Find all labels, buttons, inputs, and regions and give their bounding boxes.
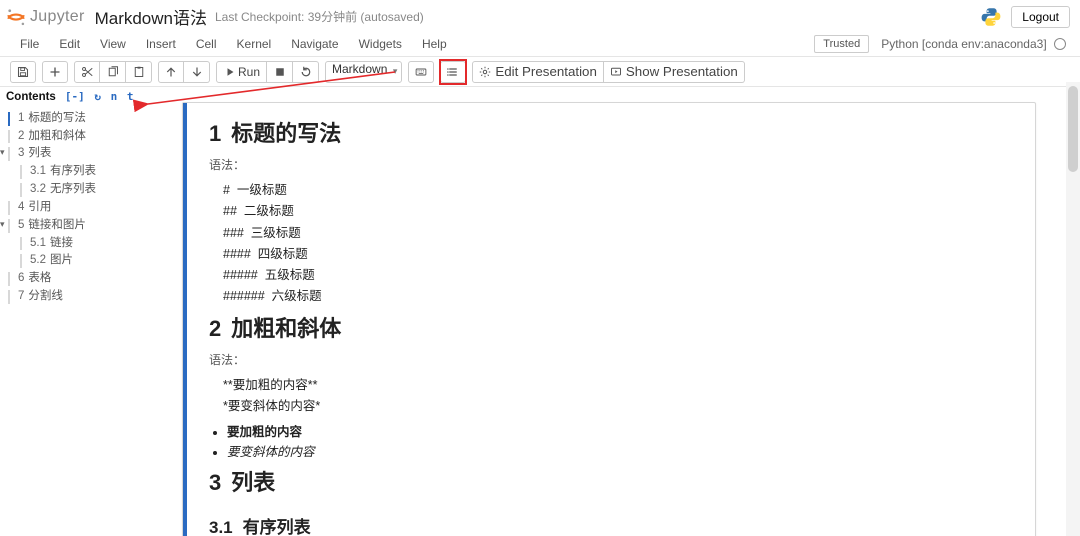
syntax-label-2: 语法： [209,351,1013,369]
markdown-cell[interactable]: 1标题的写法 语法： # 一级标题 ## 二级标题 ### 三级标题 #### … [183,103,1035,536]
code-block-1: # 一级标题 ## 二级标题 ### 三级标题 #### 四级标题 ##### … [223,180,1013,308]
toc-collapse[interactable]: [-] [65,90,85,103]
heading-3-1: 3.1有序列表 [209,515,1013,536]
arrow-down-icon [191,66,203,78]
restart-icon [300,66,312,78]
menu-help[interactable]: Help [412,33,457,55]
chevron-down-icon: ▾ [393,66,398,77]
list-icon [447,66,459,78]
scissors-icon [81,66,93,78]
toc-item[interactable]: 5.2图片 [18,252,146,270]
toc-item[interactable]: 6表格 [6,270,146,288]
python-icon [981,7,1001,27]
menu-edit[interactable]: Edit [49,33,90,55]
menu-bar: File Edit View Insert Cell Kernel Naviga… [0,31,1080,57]
save-button[interactable] [10,61,36,83]
kernel-name: Python [conda env:anaconda3] [881,37,1046,51]
kernel-indicator[interactable]: Python [conda env:anaconda3] [881,37,1066,51]
restart-button[interactable] [293,61,319,83]
edit-presentation-button[interactable]: Edit Presentation [472,61,604,83]
copy-button[interactable] [100,61,126,83]
toc-item[interactable]: 3.1有序列表 [18,163,146,181]
toc-item[interactable]: ▾3列表 [6,145,146,163]
toc-controls[interactable]: [-] ↻ n t [62,88,134,105]
menu-insert[interactable]: Insert [136,33,186,55]
run-button[interactable]: Run [216,61,267,83]
save-icon [17,66,29,78]
notebook-cell: 1标题的写法 语法： # 一级标题 ## 二级标题 ### 三级标题 #### … [182,102,1036,536]
menu-kernel[interactable]: Kernel [227,33,282,55]
logout-button[interactable]: Logout [1011,6,1070,28]
menu-cell[interactable]: Cell [186,33,227,55]
toc-item[interactable]: 1标题的写法 [6,110,146,128]
play-box-icon [610,66,622,78]
show-presentation-button[interactable]: Show Presentation [604,61,745,83]
arrow-up-icon [165,66,177,78]
menu-file[interactable]: File [10,33,49,55]
interrupt-button[interactable] [267,61,293,83]
toc-list: 1标题的写法2加粗和斜体▾3列表3.1有序列表3.2无序列表4引用▾5链接和图片… [6,110,146,306]
kernel-status-icon [1054,38,1066,50]
trusted-badge[interactable]: Trusted [814,35,869,53]
heading-2: 2加粗和斜体 [209,312,1013,345]
run-icon [223,66,235,78]
toc-item[interactable]: 3.2无序列表 [18,181,146,199]
toc-item[interactable]: 2加粗和斜体 [6,128,146,146]
scrollbar-thumb[interactable] [1068,86,1078,172]
jupyter-icon [6,7,26,27]
copy-icon [107,66,119,78]
move-down-button[interactable] [184,61,210,83]
menu-view[interactable]: View [90,33,136,55]
cut-button[interactable] [74,61,100,83]
checkpoint-text: Last Checkpoint: 39分钟前 (autosaved) [215,8,424,25]
toc-title: Contents [6,89,56,107]
heading-1: 1标题的写法 [209,117,1013,150]
celltype-value: Markdown [325,61,402,83]
toc-item[interactable]: 7分割线 [6,288,146,306]
menu-navigate[interactable]: Navigate [281,33,348,55]
chevron-down-icon: ▾ [0,218,5,232]
menu-widgets[interactable]: Widgets [349,33,412,55]
heading-3: 3列表 [209,466,1013,499]
toc-item[interactable]: 5.1链接 [18,235,146,253]
syntax-label-1: 语法： [209,156,1013,174]
notebook-title[interactable]: Markdown语法 [95,4,207,29]
jupyter-logo[interactable]: Jupyter [6,7,85,27]
code-block-2: **要加粗的内容** *要变斜体的内容* [223,375,1013,418]
toc-refresh[interactable]: ↻ [94,90,101,103]
paste-button[interactable] [126,61,152,83]
toc-number[interactable]: n [111,90,118,103]
toc-item[interactable]: ▾5链接和图片 [6,217,146,235]
move-up-button[interactable] [158,61,184,83]
bullet-list-2: 要加粗的内容 要变斜体的内容 [209,423,1013,462]
command-palette-button[interactable] [408,61,434,83]
notebook-area[interactable]: 1标题的写法 语法： # 一级标题 ## 二级标题 ### 三级标题 #### … [152,82,1066,536]
keyboard-icon [415,66,427,78]
stop-icon [274,66,286,78]
toc-item[interactable]: 4引用 [6,199,146,217]
plus-icon [49,66,61,78]
chevron-down-icon: ▾ [0,146,5,160]
toc-toggle-button[interactable] [440,61,466,83]
scrollbar[interactable] [1066,82,1080,536]
add-cell-button[interactable] [42,61,68,83]
paste-icon [133,66,145,78]
logo-text: Jupyter [30,8,85,26]
gear-icon [479,66,491,78]
toc-sidebar: Contents [-] ↻ n t 1标题的写法2加粗和斜体▾3列表3.1有序… [0,82,152,536]
celltype-select[interactable]: Markdown ▾ [325,61,402,83]
header-bar: Jupyter Markdown语法 Last Checkpoint: 39分钟… [0,0,1080,31]
toc-settings[interactable]: t [127,90,134,103]
